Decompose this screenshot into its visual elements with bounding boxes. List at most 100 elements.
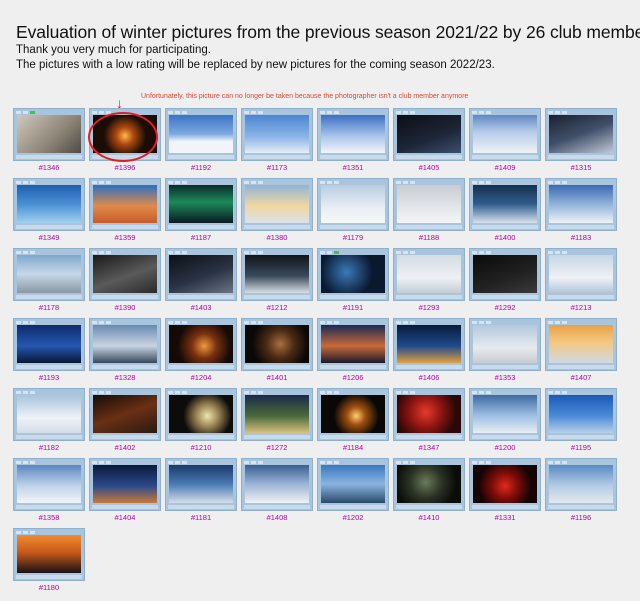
picture-tile[interactable]: #1351 bbox=[317, 108, 389, 178]
picture-thumbnail[interactable] bbox=[169, 395, 233, 433]
picture-tile[interactable]: #1390 bbox=[89, 248, 161, 318]
picture-thumbnail[interactable] bbox=[397, 115, 461, 153]
picture-thumbnail[interactable] bbox=[93, 185, 157, 223]
picture-tile[interactable]: #1347 bbox=[393, 388, 465, 458]
picture-tile[interactable]: #1346 bbox=[13, 108, 85, 178]
picture-tile[interactable]: #1380 bbox=[241, 178, 313, 248]
picture-thumbnail[interactable] bbox=[17, 115, 81, 153]
picture-thumbnail[interactable] bbox=[473, 115, 537, 153]
picture-tile[interactable]: #1213 bbox=[545, 248, 617, 318]
picture-thumbnail[interactable] bbox=[473, 465, 537, 503]
picture-tile[interactable]: #1272 bbox=[241, 388, 313, 458]
picture-tile[interactable]: #1204 bbox=[165, 318, 237, 388]
picture-tile[interactable]: #1292 bbox=[469, 248, 541, 318]
picture-tile[interactable]: #1359 bbox=[89, 178, 161, 248]
picture-tile[interactable]: #1196 bbox=[545, 458, 617, 528]
picture-tile[interactable]: #1405 bbox=[393, 108, 465, 178]
picture-thumbnail[interactable] bbox=[17, 255, 81, 293]
picture-thumbnail[interactable] bbox=[17, 465, 81, 503]
picture-tile[interactable]: #1406 bbox=[393, 318, 465, 388]
picture-tile[interactable]: #1188 bbox=[393, 178, 465, 248]
picture-tile[interactable]: #1401 bbox=[241, 318, 313, 388]
picture-tile[interactable]: #1408 bbox=[241, 458, 313, 528]
picture-thumbnail[interactable] bbox=[17, 185, 81, 223]
picture-thumbnail[interactable] bbox=[169, 255, 233, 293]
picture-tile[interactable]: #1402 bbox=[89, 388, 161, 458]
ipernity-screenshot-frame bbox=[317, 178, 389, 231]
picture-tile[interactable]: #1404 bbox=[89, 458, 161, 528]
picture-thumbnail[interactable] bbox=[473, 255, 537, 293]
picture-thumbnail[interactable] bbox=[245, 115, 309, 153]
picture-tile[interactable]: #1182 bbox=[13, 388, 85, 458]
picture-thumbnail[interactable] bbox=[549, 395, 613, 433]
picture-tile[interactable]: #1200 bbox=[469, 388, 541, 458]
picture-thumbnail[interactable] bbox=[245, 255, 309, 293]
picture-thumbnail[interactable] bbox=[321, 185, 385, 223]
picture-thumbnail[interactable] bbox=[473, 395, 537, 433]
picture-thumbnail[interactable] bbox=[397, 395, 461, 433]
picture-tile[interactable]: #1349 bbox=[13, 178, 85, 248]
picture-tile[interactable]: #1193 bbox=[13, 318, 85, 388]
picture-thumbnail[interactable] bbox=[93, 395, 157, 433]
picture-tile[interactable]: #1173 bbox=[241, 108, 313, 178]
picture-thumbnail[interactable] bbox=[169, 465, 233, 503]
picture-thumbnail[interactable] bbox=[245, 465, 309, 503]
picture-tile[interactable]: #1212 bbox=[241, 248, 313, 318]
picture-thumbnail[interactable] bbox=[321, 395, 385, 433]
picture-thumbnail[interactable] bbox=[321, 465, 385, 503]
picture-tile[interactable]: #1180 bbox=[13, 528, 85, 598]
picture-tile[interactable]: #1293 bbox=[393, 248, 465, 318]
picture-thumbnail[interactable] bbox=[549, 255, 613, 293]
picture-thumbnail[interactable] bbox=[169, 185, 233, 223]
picture-thumbnail[interactable] bbox=[397, 255, 461, 293]
picture-thumbnail[interactable] bbox=[17, 325, 81, 363]
picture-thumbnail[interactable] bbox=[245, 325, 309, 363]
picture-thumbnail[interactable] bbox=[397, 325, 461, 363]
picture-tile[interactable]: #1410 bbox=[393, 458, 465, 528]
picture-thumbnail[interactable] bbox=[549, 465, 613, 503]
picture-tile[interactable]: #1181 bbox=[165, 458, 237, 528]
picture-thumbnail[interactable] bbox=[473, 325, 537, 363]
picture-thumbnail[interactable] bbox=[397, 185, 461, 223]
frame-toolbar bbox=[320, 390, 386, 394]
picture-tile[interactable]: #1331 bbox=[469, 458, 541, 528]
picture-tile[interactable]: #1179 bbox=[317, 178, 389, 248]
picture-thumbnail[interactable] bbox=[93, 255, 157, 293]
picture-tile[interactable]: #1315 bbox=[545, 108, 617, 178]
picture-thumbnail[interactable] bbox=[17, 535, 81, 573]
picture-tile[interactable]: #1202 bbox=[317, 458, 389, 528]
picture-tile[interactable]: #1178 bbox=[13, 248, 85, 318]
picture-tile[interactable]: #1192 bbox=[165, 108, 237, 178]
picture-thumbnail[interactable] bbox=[321, 115, 385, 153]
picture-thumbnail[interactable] bbox=[549, 115, 613, 153]
picture-tile[interactable]: #1328 bbox=[89, 318, 161, 388]
picture-tile[interactable]: #1400 bbox=[469, 178, 541, 248]
picture-tile[interactable]: #1206 bbox=[317, 318, 389, 388]
picture-thumbnail[interactable] bbox=[549, 325, 613, 363]
picture-tile[interactable]: #1183 bbox=[545, 178, 617, 248]
picture-thumbnail[interactable] bbox=[397, 465, 461, 503]
picture-thumbnail[interactable] bbox=[321, 325, 385, 363]
picture-thumbnail[interactable] bbox=[93, 325, 157, 363]
picture-thumbnail[interactable] bbox=[169, 115, 233, 153]
picture-tile[interactable]: #1191 bbox=[317, 248, 389, 318]
frame-toolbar bbox=[396, 110, 462, 114]
picture-tile[interactable]: #1210 bbox=[165, 388, 237, 458]
picture-thumbnail[interactable] bbox=[245, 395, 309, 433]
picture-tile[interactable]: #1409 bbox=[469, 108, 541, 178]
picture-tile[interactable]: #1403 bbox=[165, 248, 237, 318]
picture-tile[interactable]: #1358 bbox=[13, 458, 85, 528]
picture-tile[interactable]: #1187 bbox=[165, 178, 237, 248]
picture-thumbnail[interactable] bbox=[245, 185, 309, 223]
picture-tile[interactable]: #1195 bbox=[545, 388, 617, 458]
picture-tile[interactable]: #1184 bbox=[317, 388, 389, 458]
picture-tile[interactable]: #1353 bbox=[469, 318, 541, 388]
picture-number: #1400 bbox=[494, 233, 516, 242]
picture-thumbnail[interactable] bbox=[321, 255, 385, 293]
picture-thumbnail[interactable] bbox=[17, 395, 81, 433]
picture-thumbnail[interactable] bbox=[169, 325, 233, 363]
picture-tile[interactable]: #1407 bbox=[545, 318, 617, 388]
picture-thumbnail[interactable] bbox=[93, 465, 157, 503]
picture-thumbnail[interactable] bbox=[473, 185, 537, 223]
picture-thumbnail[interactable] bbox=[549, 185, 613, 223]
